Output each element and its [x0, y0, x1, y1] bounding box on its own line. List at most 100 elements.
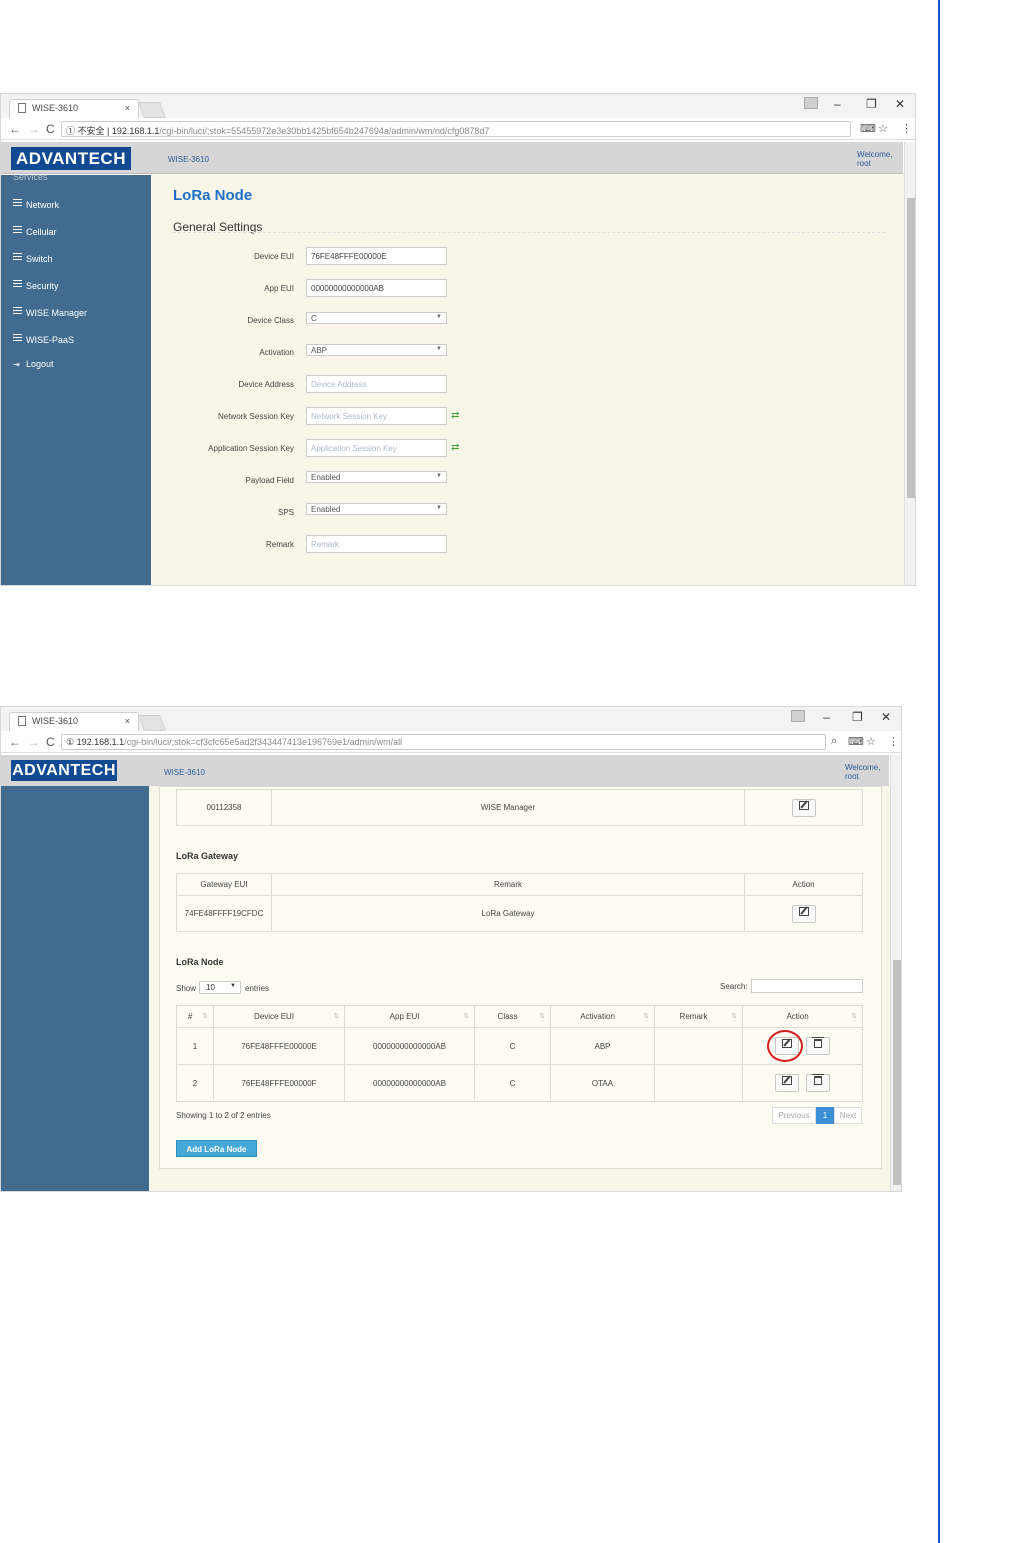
reload-icon[interactable]: C [46, 122, 55, 136]
scrollbar[interactable] [904, 142, 915, 585]
gateway-remark: LoRa Gateway [271, 895, 745, 932]
browser-tab-bar: WISE-3610 × – ❐ ✕ [1, 94, 915, 118]
browser-tab[interactable]: WISE-3610 × [9, 712, 139, 731]
device-address-field[interactable]: Device Address [306, 375, 447, 393]
column-header[interactable]: Class ⇅ [474, 1005, 551, 1028]
search-input[interactable] [751, 979, 863, 993]
column-header[interactable]: Remark [271, 873, 745, 896]
scrollbar[interactable] [890, 755, 901, 1191]
sps-select[interactable]: Enabled ▼ [306, 503, 447, 515]
forward-icon[interactable]: → [28, 735, 40, 749]
advantech-logo: ADVANTECH [11, 760, 117, 781]
edit-button[interactable] [775, 1074, 800, 1092]
close-tab-icon[interactable]: × [125, 716, 130, 726]
delete-button[interactable] [805, 1037, 830, 1055]
activation-select[interactable]: ABP ▼ [306, 344, 447, 356]
url-field[interactable]: ① 192.168.1.1/cgi-bin/luci/;stok=cf3cfc6… [61, 734, 826, 750]
manager-name: WISE Manager [271, 789, 745, 826]
next-page-button[interactable]: Next [834, 1107, 862, 1124]
lora-node-title: LoRa Node [176, 957, 224, 967]
new-tab-button[interactable] [138, 102, 166, 118]
sidebar-item-network[interactable]: Network [13, 197, 59, 210]
search-label: Search: [720, 982, 748, 991]
back-icon[interactable]: ← [9, 735, 21, 749]
column-header[interactable]: Action [744, 873, 863, 896]
close-window-icon[interactable]: ✕ [895, 97, 905, 111]
edit-button[interactable] [791, 798, 816, 817]
new-tab-button[interactable] [138, 715, 166, 731]
close-window-icon[interactable]: ✕ [881, 710, 891, 724]
menu-lines-icon [13, 251, 22, 262]
add-lora-node-button[interactable]: Add LoRa Node [176, 1140, 257, 1157]
bookmark-star-icon[interactable]: ☆ [878, 122, 888, 135]
browser-tab[interactable]: WISE-3610 × [9, 99, 139, 118]
sidebar-item-wise-paas[interactable]: WISE-PaaS [13, 332, 74, 345]
app-eui-field[interactable]: 00000000000000AB [306, 279, 447, 297]
column-header-label: App EUI [389, 1012, 420, 1021]
page-1-button[interactable]: 1 [816, 1107, 834, 1124]
menu-icon[interactable]: ⋮ [888, 735, 899, 748]
menu-lines-icon [13, 332, 22, 343]
screenshot-lora-node-settings: WISE-3610 × – ❐ ✕ ← → C ① 不安全 | 192.168.… [0, 93, 916, 586]
sidebar-item-wise-manager[interactable]: WISE Manager [13, 305, 87, 318]
username: root [845, 772, 859, 781]
sidebar-item-logout[interactable]: ⇥ Logout [13, 359, 54, 369]
menu-lines-icon [13, 305, 22, 316]
column-header-label: # [187, 1012, 193, 1021]
url-path: /cgi-bin/luci/;stok=cf3cfc65e5ad2f343447… [124, 737, 403, 747]
reload-icon[interactable]: C [46, 735, 55, 749]
column-header-label: Remark [679, 1012, 708, 1021]
welcome-user: Welcome, root [845, 763, 880, 781]
translate-icon[interactable]: ⌨ [848, 735, 864, 748]
bookmark-star-icon[interactable]: ☆ [866, 735, 876, 748]
payload-field-select[interactable]: Enabled ▼ [306, 471, 447, 483]
delete-button[interactable] [805, 1074, 830, 1092]
previous-page-button[interactable]: Previous [772, 1107, 816, 1124]
dropdown-caret-icon: ▼ [436, 314, 442, 320]
profile-icon[interactable] [791, 710, 805, 722]
sidebar-item-security[interactable]: Security [13, 278, 59, 291]
sidebar [1, 786, 149, 1191]
close-tab-icon[interactable]: × [125, 103, 130, 113]
edit-button[interactable] [791, 904, 816, 923]
table-row: 1 76FE48FFFE00000E 00000000000000AB C AB… [176, 1027, 863, 1065]
generate-key-icon[interactable]: ⇄ [451, 442, 459, 453]
dropdown-caret-icon: ▼ [436, 473, 442, 479]
sidebar-item-label: Switch [26, 254, 53, 264]
translate-icon[interactable]: ⌨ [860, 122, 876, 135]
scrollbar-thumb[interactable] [893, 960, 901, 1185]
column-header[interactable]: Activation ⇅ [550, 1005, 655, 1028]
remark-field[interactable]: Remark [306, 535, 447, 553]
menu-icon[interactable]: ⋮ [901, 122, 912, 135]
column-header[interactable]: Device EUI ⇅ [213, 1005, 345, 1028]
minimize-icon[interactable]: – [834, 97, 841, 111]
menu-lines-icon [13, 278, 22, 289]
column-header[interactable]: Gateway EUI [176, 873, 272, 896]
profile-icon[interactable] [804, 97, 818, 109]
network-session-key-field[interactable]: Network Session Key [306, 407, 447, 425]
zoom-icon[interactable]: ⌕ [831, 735, 837, 748]
column-header[interactable]: # ⇅ [176, 1005, 214, 1028]
column-header[interactable]: Action ⇅ [742, 1005, 863, 1028]
scrollbar-thumb[interactable] [907, 198, 915, 498]
forward-icon[interactable]: → [28, 122, 40, 136]
dropdown-caret-icon: ▼ [436, 346, 442, 352]
sort-icon: ⇅ [851, 1013, 857, 1020]
column-header[interactable]: App EUI ⇅ [344, 1005, 475, 1028]
url-field[interactable]: ① 不安全 | 192.168.1.1/cgi-bin/luci/;stok=5… [61, 121, 851, 137]
device-eui-field[interactable]: 76FE48FFFE00000E [306, 247, 447, 265]
column-header-label: Activation [580, 1012, 615, 1021]
back-icon[interactable]: ← [9, 122, 21, 136]
minimize-icon[interactable]: – [823, 710, 830, 724]
restore-icon[interactable]: ❐ [852, 710, 863, 724]
sidebar-item-services[interactable]: Services [13, 172, 48, 182]
sidebar-item-cellular[interactable]: Cellular [13, 224, 57, 237]
device-class-select[interactable]: C ▼ [306, 312, 447, 324]
restore-icon[interactable]: ❐ [866, 97, 877, 111]
application-session-key-field[interactable]: Application Session Key [306, 439, 447, 457]
generate-key-icon[interactable]: ⇄ [451, 410, 459, 421]
entries-per-page-select[interactable]: 10 ▼ [199, 981, 241, 994]
app-header: ADVANTECH WISE-3610 Welcome, root [1, 755, 889, 787]
column-header[interactable]: Remark ⇅ [654, 1005, 743, 1028]
sidebar-item-switch[interactable]: Switch [13, 251, 53, 264]
